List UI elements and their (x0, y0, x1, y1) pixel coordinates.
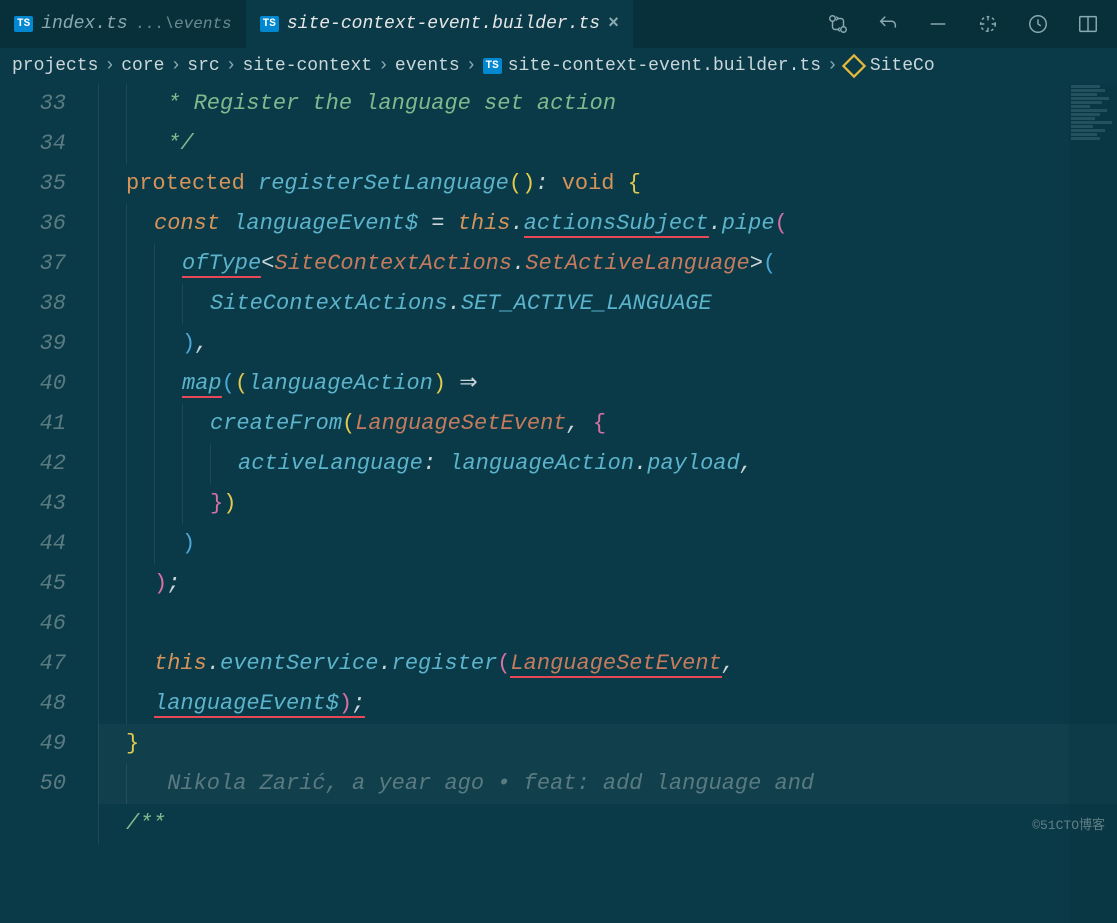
type: LanguageSetEvent (510, 651, 721, 678)
method: register (392, 651, 498, 676)
tabs-bar: TS index.ts ...\events TS site-context-e… (0, 0, 1117, 48)
type: SiteContextActions (274, 251, 512, 276)
ts-icon: TS (260, 16, 279, 32)
identifier: languageAction (449, 451, 634, 476)
property: activeLanguage (238, 451, 423, 476)
member: eventService (220, 651, 378, 676)
comment: /** (126, 811, 166, 836)
chevron-right-icon: › (378, 56, 389, 76)
breadcrumb[interactable]: projects› core› src› site-context› event… (0, 48, 1117, 84)
git-compare-icon[interactable] (827, 13, 849, 35)
tab-active[interactable]: TS site-context-event.builder.ts × (246, 0, 633, 48)
code-content[interactable]: * Register the language set action */ pr… (90, 84, 1117, 839)
ts-icon: TS (483, 58, 502, 74)
breadcrumb-item[interactable]: site-context-event.builder.ts (508, 56, 821, 76)
tab-suffix: ...\events (136, 15, 232, 33)
breadcrumb-item[interactable]: events (395, 56, 460, 76)
code-editor[interactable]: 333435 363738 394041 424344 454647 48495… (0, 84, 1117, 839)
line-gutter: 333435 363738 394041 424344 454647 48495… (0, 84, 90, 839)
chevron-right-icon: › (466, 56, 477, 76)
chevron-right-icon: › (226, 56, 237, 76)
tab-label: site-context-event.builder.ts (287, 14, 600, 34)
parameter: languageAction (248, 371, 433, 396)
comment: */ (154, 131, 194, 156)
git-blame: Nikola Zarić, a year ago • feat: add lan… (167, 771, 814, 796)
chevron-right-icon: › (170, 56, 181, 76)
keyword: const (154, 211, 220, 236)
ts-icon: TS (14, 16, 33, 32)
breadcrumb-item[interactable]: SiteCo (870, 56, 935, 76)
constant: SET_ACTIVE_LANGUAGE (461, 291, 712, 316)
function: ofType (182, 251, 261, 278)
close-icon[interactable]: × (608, 14, 619, 34)
member: payload (647, 451, 739, 476)
clock-icon[interactable] (1027, 13, 1049, 35)
dash-icon[interactable] (927, 13, 949, 35)
type: SetActiveLanguage (525, 251, 749, 276)
comment: * Register the language set action (154, 91, 616, 116)
type: void (562, 171, 615, 196)
circle-dash-icon[interactable] (977, 13, 999, 35)
tab-inactive[interactable]: TS index.ts ...\events (0, 0, 246, 48)
watermark: ©51CTO博客 (1032, 814, 1105, 833)
variable: languageEvent$ (233, 211, 418, 236)
method-icon (840, 52, 868, 80)
breadcrumb-item[interactable]: site-context (242, 56, 372, 76)
breadcrumb-item[interactable]: projects (12, 56, 98, 76)
keyword: this (458, 211, 511, 236)
method: pipe (722, 211, 775, 236)
identifier: SiteContextActions (210, 291, 448, 316)
type: LanguageSetEvent (355, 411, 566, 436)
editor-actions (809, 0, 1117, 48)
keyword: protected (126, 171, 245, 196)
breadcrumb-item[interactable]: src (187, 56, 219, 76)
tab-label: index.ts (41, 14, 127, 34)
breadcrumb-item[interactable]: core (121, 56, 164, 76)
revert-icon[interactable] (877, 13, 899, 35)
variable: languageEvent$ (154, 691, 339, 718)
chevron-right-icon: › (104, 56, 115, 76)
keyword: this (154, 651, 207, 676)
function-name: registerSetLanguage (258, 171, 509, 196)
function: map (182, 371, 222, 398)
member: actionsSubject (524, 211, 709, 238)
function: createFrom (210, 411, 342, 436)
split-editor-icon[interactable] (1077, 13, 1099, 35)
chevron-right-icon: › (827, 56, 838, 76)
